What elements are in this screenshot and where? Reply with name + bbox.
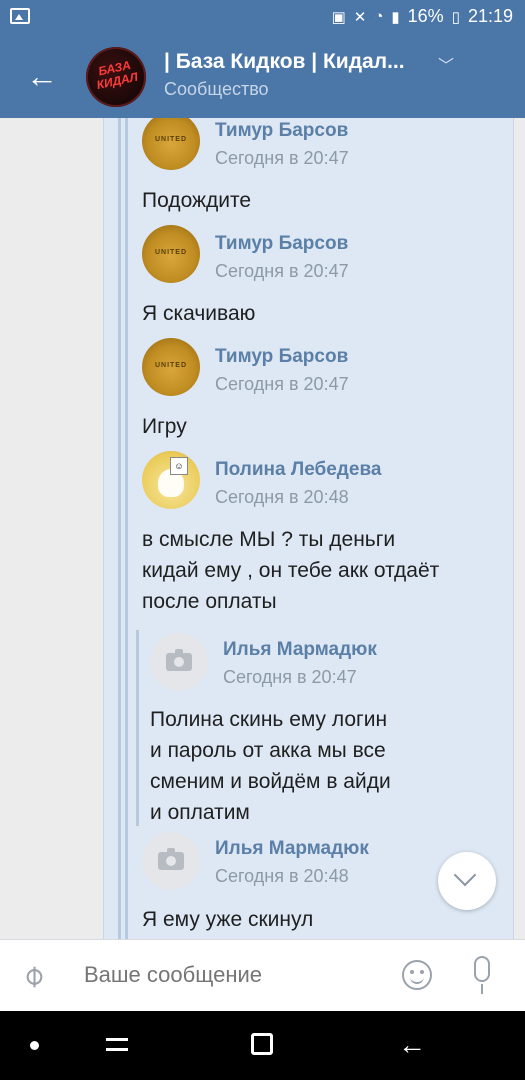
chat-subtitle: Сообщество (164, 79, 269, 99)
status-bar: ▣ ✕ ◔ ▮ 16% ▯ 21:19 (0, 0, 525, 36)
avatar[interactable]: UNITED (142, 225, 200, 283)
paperclip-icon[interactable]: ⌀ (14, 957, 52, 995)
message-time: Сегодня в 20:47 (223, 667, 357, 687)
avatar[interactable] (150, 633, 208, 691)
message-time: Сегодня в 20:47 (215, 374, 349, 394)
chat-header: ← БАЗА КИДАЛ | База Кидков | Кидал... Со… (0, 36, 525, 118)
message-text: Подождите (142, 189, 252, 212)
gallery-icon (10, 8, 30, 24)
message-input[interactable] (84, 962, 384, 988)
message-text: и пароль от акка мы все (150, 739, 386, 762)
message-time: Сегодня в 20:47 (215, 261, 349, 281)
avatar[interactable] (142, 832, 200, 890)
avatar-logo-text: БАЗА КИДАЛ (95, 57, 140, 93)
message-text: кидай ему , он тебе акк отдаёт (142, 559, 440, 582)
back-icon[interactable]: ← (398, 1029, 426, 1061)
message-author[interactable]: Илья Мармадюк (223, 639, 377, 661)
message-composer: ⌀ (0, 939, 525, 1012)
nav-dot-indicator (30, 1041, 39, 1050)
message-author[interactable]: Илья Мармадюк (215, 838, 369, 860)
recent-apps-icon[interactable] (104, 1033, 130, 1057)
wifi-icon: ◔ (374, 8, 384, 25)
message-text: в смысле МЫ ? ты деньги (142, 528, 396, 551)
emoji-icon[interactable] (402, 960, 432, 990)
battery-percent: 16% (407, 6, 444, 26)
chevron-down-icon[interactable]: ﹀ (438, 52, 454, 76)
microphone-icon[interactable] (474, 956, 490, 994)
message-time: Сегодня в 20:47 (215, 148, 349, 168)
community-avatar[interactable]: БАЗА КИДАЛ (86, 47, 146, 107)
message-author[interactable]: Полина Лебедева (215, 459, 381, 481)
home-icon[interactable] (251, 1033, 273, 1055)
scroll-down-button[interactable] (438, 852, 496, 910)
message-author[interactable]: Тимур Барсов (215, 346, 348, 368)
camera-icon (158, 848, 184, 870)
message-text: Игру (142, 415, 187, 438)
message-text: Я ему уже скинул (142, 908, 314, 931)
message-author[interactable]: Тимур Барсов (215, 233, 348, 255)
chat-title: | База Кидков | Кидал... (164, 50, 405, 73)
chat-title-area[interactable]: | База Кидков | Кидал... Сообщество (164, 50, 464, 100)
battery-icon: ▯ (451, 8, 460, 26)
avatar[interactable]: UNITED (142, 338, 200, 396)
system-nav-bar: ← (0, 1011, 525, 1080)
forward-line-inner (136, 630, 139, 826)
sd-card-icon: ▣ (331, 8, 346, 26)
avatar[interactable]: ☺ (142, 451, 200, 509)
forward-line-mid (125, 118, 128, 939)
message-text: сменим и войдём в айди (150, 770, 391, 793)
chevron-down-icon (453, 863, 477, 887)
back-arrow-icon[interactable]: ← (22, 56, 62, 96)
message-time: Сегодня в 20:48 (215, 866, 349, 886)
message-time: Сегодня в 20:48 (215, 487, 349, 507)
forward-line-outer (118, 118, 121, 939)
message-text: и оплатим (150, 801, 250, 824)
message-text: Я скачиваю (142, 302, 256, 325)
status-indicators: ▣ ✕ ◔ ▮ 16% ▯ 21:19 (332, 6, 513, 27)
mute-icon: ✕ (353, 8, 367, 26)
signal-icon: ▮ (391, 8, 400, 26)
camera-icon (166, 649, 192, 671)
message-text: Полина скинь ему логин (150, 708, 388, 731)
message-author[interactable]: Тимур Барсов (215, 120, 348, 142)
message-list[interactable]: UNITED Тимур Барсов Сегодня в 20:47 Подо… (0, 118, 525, 939)
clock: 21:19 (467, 6, 513, 26)
message-text: после оплаты (142, 590, 277, 613)
